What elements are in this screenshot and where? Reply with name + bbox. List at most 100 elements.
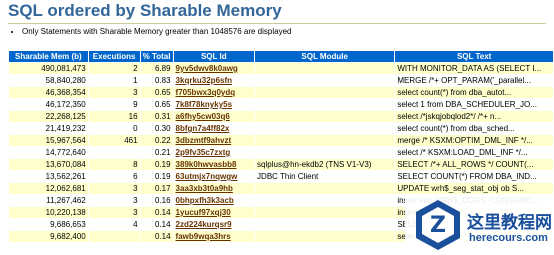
watermark-url: herecours.com xyxy=(469,232,548,244)
sql-id-link[interactable]: 0bhpxfh3k3acb xyxy=(176,196,234,205)
cell-pct-total: 0.19 xyxy=(140,159,173,170)
cell-executions: 3 xyxy=(88,183,140,194)
cell-sql-id: 1yucuf97xqj30 xyxy=(173,207,255,218)
cell-sql-id: 3aa3xb3t0a9hb xyxy=(173,183,255,194)
cell-executions: 3 xyxy=(88,195,140,206)
cell-sharable-mem: 22,268,125 xyxy=(9,111,88,122)
cell-pct-total: 0.14 xyxy=(140,219,173,230)
cell-pct-total: 0.65 xyxy=(140,99,173,110)
cell-pct-total: 0.14 xyxy=(140,231,173,242)
cell-sql-module xyxy=(255,75,395,86)
cell-pct-total: 0.31 xyxy=(140,111,173,122)
sql-id-link[interactable]: 3aa3xb3t0a9hb xyxy=(176,184,233,193)
cell-sql-id: 2zd224kurqsr9 xyxy=(173,219,255,230)
cell-sql-module: sqlplus@hn-ekdb2 (TNS V1-V3) xyxy=(255,159,395,170)
cell-sql-text: select count(*) from dba_sched... xyxy=(395,123,553,134)
cell-executions: 16 xyxy=(88,111,140,122)
cell-sql-module xyxy=(255,147,395,158)
table-row: 490,081,473 2 6.89 9yv5dwv8k0awg WITH MONITO… xyxy=(9,63,553,74)
table-row: 22,268,125 16 0.31 a6fhy5cw03q6 select /*jsk… xyxy=(9,111,553,122)
sql-id-link[interactable]: 3dbzmtf9ahvzt xyxy=(176,136,232,145)
sql-id-link[interactable]: 63utmjx7nqwgw xyxy=(176,172,238,181)
cell-sql-id: 7k8f78knyky5s xyxy=(173,99,255,110)
cell-sql-id: 8bfgn7a4ff82x xyxy=(173,123,255,134)
cell-sql-text: select count(*) from dba_autot... xyxy=(395,87,553,98)
cell-executions: 461 xyxy=(88,135,140,146)
cell-sql-module xyxy=(255,87,395,98)
cell-sql-module xyxy=(255,231,395,242)
cell-sql-module xyxy=(255,135,395,146)
cell-executions: 0 xyxy=(88,123,140,134)
cell-executions: 2 xyxy=(88,63,140,74)
cell-pct-total: 0.16 xyxy=(140,195,173,206)
cell-sql-module xyxy=(255,99,395,110)
cell-pct-total: 0.30 xyxy=(140,123,173,134)
col-sql-id: SQL Id xyxy=(173,51,255,62)
cell-sql-id: a6fhy5cw03q6 xyxy=(173,111,255,122)
cell-pct-total: 0.17 xyxy=(140,183,173,194)
cell-sql-text: select /* KSXM:LOAD_DML_INF */... xyxy=(395,147,553,158)
cell-sharable-mem: 21,419,232 xyxy=(9,123,88,134)
cell-pct-total: 0.19 xyxy=(140,171,173,182)
cell-sql-text: MERGE /*+ OPT_PARAM('_parallel... xyxy=(395,75,553,86)
sql-id-link[interactable]: fawb9wqa3hrs xyxy=(176,232,231,241)
cell-sql-text: select /*jskqjobqlod2*/ /*+ n... xyxy=(395,111,553,122)
cell-sql-module xyxy=(255,123,395,134)
cell-sharable-mem: 46,172,350 xyxy=(9,99,88,110)
sql-id-link[interactable]: 8bfgn7a4ff82x xyxy=(176,124,230,133)
cell-pct-total: 6.89 xyxy=(140,63,173,74)
table-row: 15,967,564 461 0.22 3dbzmtf9ahvzt merge /* K… xyxy=(9,135,553,146)
sql-id-link[interactable]: 3kqrku32p6sfn xyxy=(176,76,232,85)
cell-sql-module xyxy=(255,63,395,74)
cell-sql-text: merge /* KSXM:OPTIM_DML_INF */... xyxy=(395,135,553,146)
cell-sql-id: 9yv5dwv8k0awg xyxy=(173,63,255,74)
sql-id-link[interactable]: 1yucuf97xqj30 xyxy=(176,208,231,217)
cell-sharable-mem: 58,840,280 xyxy=(9,75,88,86)
cell-executions: 9 xyxy=(88,99,140,110)
sql-id-link[interactable]: f705bwx3q0ydq xyxy=(176,88,236,97)
sql-id-link[interactable]: 9yv5dwv8k0awg xyxy=(176,64,238,73)
note-item: Only Statements with Sharable Memory gre… xyxy=(22,27,291,37)
col-executions: Executions xyxy=(88,51,140,62)
cell-sharable-mem: 490,081,473 xyxy=(9,63,88,74)
cell-sql-id: 389k0hwvasbb8 xyxy=(173,159,255,170)
table-row: 13,562,261 6 0.19 63utmjx7nqwgw JDBC Thin Cl… xyxy=(9,171,553,182)
cell-executions: 1 xyxy=(88,75,140,86)
cell-sql-text: SELECT /*+ ALL_ROWS */ COUNT(... xyxy=(395,159,553,170)
cell-pct-total: 0.83 xyxy=(140,75,173,86)
cell-pct-total: 0.65 xyxy=(140,87,173,98)
cell-sql-module: JDBC Thin Client xyxy=(255,171,395,182)
table-row: 21,419,232 0 0.30 8bfgn7a4ff82x select count… xyxy=(9,123,553,134)
cell-sharable-mem: 46,368,354 xyxy=(9,87,88,98)
page-title: SQL ordered by Sharable Memory xyxy=(8,1,546,24)
table-row: 46,172,350 9 0.65 7k8f78knyky5s select 1 fro… xyxy=(9,99,553,110)
cell-sql-module xyxy=(255,195,395,206)
cell-sql-text: select 1 from DBA_SCHEDULER_JO... xyxy=(395,99,553,110)
cell-sql-id: 63utmjx7nqwgw xyxy=(173,171,255,182)
table-header-row: Sharable Mem (b) Executions % Total SQL … xyxy=(9,51,553,62)
cell-sql-id: 3kqrku32p6sfn xyxy=(173,75,255,86)
sql-id-link[interactable]: 2zd224kurqsr9 xyxy=(176,220,232,229)
col-sql-module: SQL Module xyxy=(255,51,395,62)
sql-id-link[interactable]: 2p9fv35c7zxtg xyxy=(176,148,231,157)
cell-executions: 3 xyxy=(88,207,140,218)
sql-id-link[interactable]: 7k8f78knyky5s xyxy=(176,100,233,109)
sql-id-link[interactable]: a6fhy5cw03q6 xyxy=(176,112,230,121)
cell-sharable-mem: 14,772,640 xyxy=(9,147,88,158)
cell-sharable-mem: 12,062,681 xyxy=(9,183,88,194)
cell-pct-total: 0.14 xyxy=(140,207,173,218)
cell-sql-text: SELECT COUNT(*) FROM DBA_IND... xyxy=(395,171,553,182)
cell-sql-text: WITH MONITOR_DATA AS (SELECT I... xyxy=(395,63,553,74)
cell-pct-total: 0.22 xyxy=(140,135,173,146)
cell-sql-module xyxy=(255,183,395,194)
cell-sql-id: 0bhpxfh3k3acb xyxy=(173,195,255,206)
cell-sharable-mem: 9,686,653 xyxy=(9,219,88,230)
sql-id-link[interactable]: 389k0hwvasbb8 xyxy=(176,160,237,169)
cell-sql-module xyxy=(255,207,395,218)
cell-sql-text: UPDATE wrh$_seg_stat_obj ob S... xyxy=(395,183,553,194)
table-row: 13,670,084 8 0.19 389k0hwvasbb8 sqlplus@hn-e… xyxy=(9,159,553,170)
cell-executions xyxy=(88,231,140,242)
cell-executions xyxy=(88,147,140,158)
cell-sharable-mem: 9,682,400 xyxy=(9,231,88,242)
col-sql-text: SQL Text xyxy=(395,51,553,62)
